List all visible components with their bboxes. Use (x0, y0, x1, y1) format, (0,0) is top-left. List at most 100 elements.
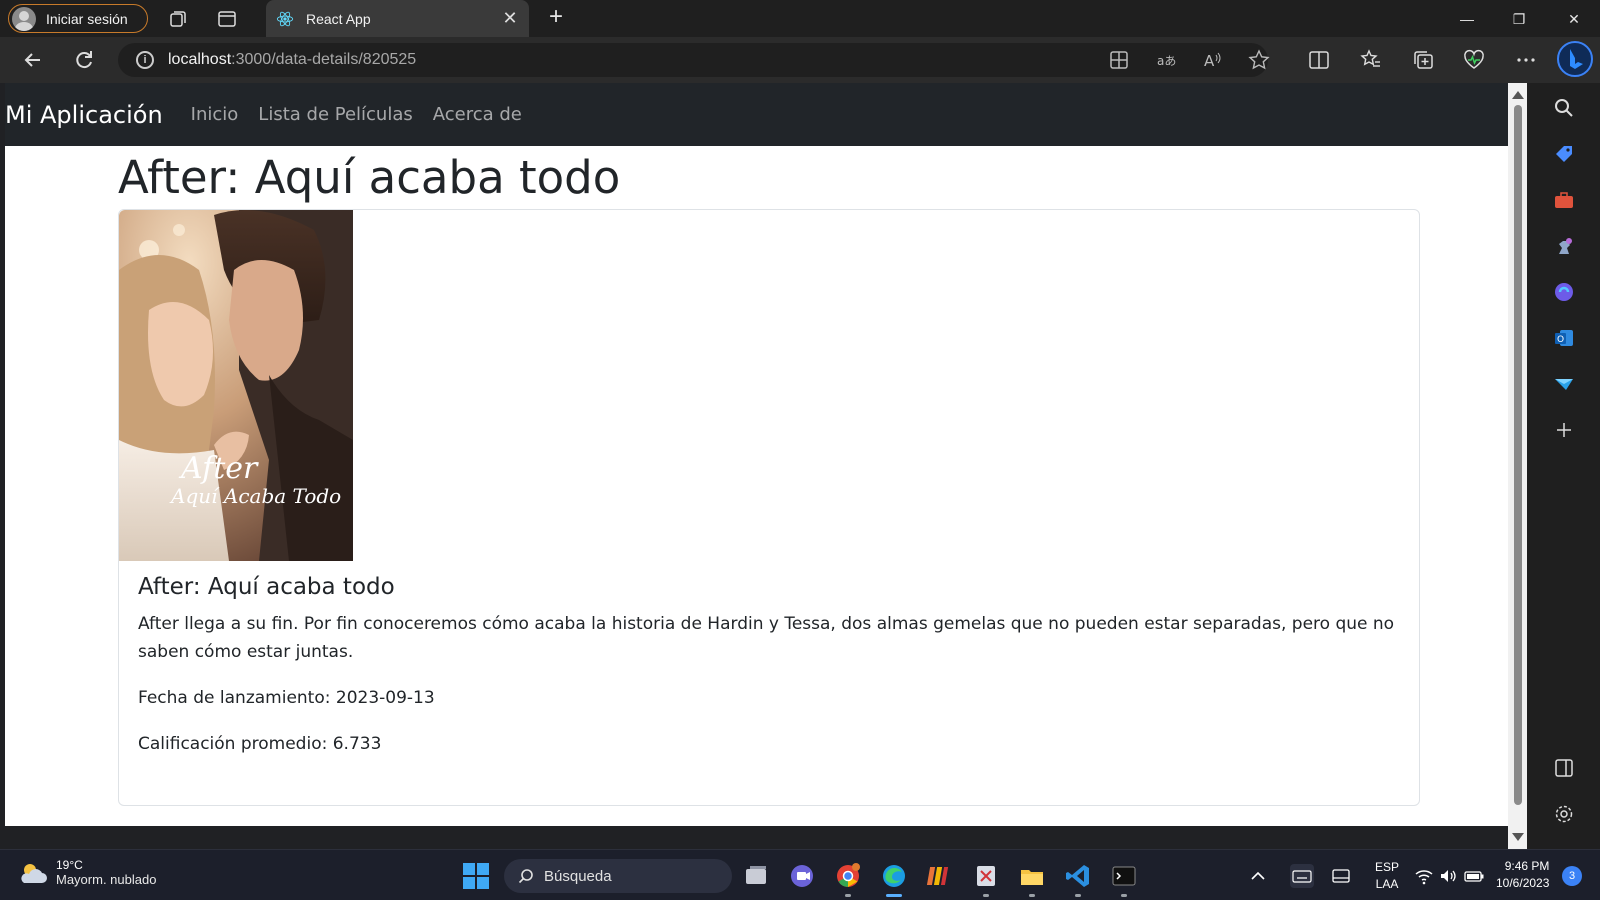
teams-chat-icon[interactable] (788, 862, 816, 890)
poster-title-line1: After (178, 451, 259, 486)
page-title: After: Aquí acaba todo (118, 151, 621, 204)
touch-keyboard-icon[interactable] (1290, 864, 1314, 888)
sidebar-settings-gear-icon[interactable] (1553, 803, 1575, 825)
browser-tab-strip: Iniciar sesión React App ✕ + — ❐ ✕ (0, 0, 1600, 37)
split-screen-icon[interactable] (1308, 49, 1330, 71)
cloudy-weather-icon (21, 863, 47, 883)
wifi-icon[interactable] (1414, 866, 1434, 886)
tab-react-app[interactable]: React App ✕ (266, 0, 529, 37)
explorer-running-indicator (1029, 894, 1035, 897)
close-window-icon[interactable]: ✕ (1563, 8, 1585, 30)
keyboard-layout-code: LAA (1375, 877, 1399, 891)
task-view-icon[interactable] (742, 862, 770, 890)
app-available-icon[interactable] (1108, 49, 1130, 71)
vertical-scrollbar[interactable] (1508, 83, 1527, 849)
collections-icon[interactable] (1412, 49, 1434, 71)
file-explorer-icon[interactable] (1018, 862, 1046, 890)
nav-link-acerca-de[interactable]: Acerca de (433, 104, 522, 125)
read-aloud-icon[interactable]: A (1201, 49, 1223, 71)
release-date: Fecha de lanzamiento: 2023-09-13 (138, 688, 435, 708)
url-host: localhost (168, 51, 232, 68)
card-body: After: Aquí acaba todo After llega a su … (138, 572, 1403, 776)
card-title: After: Aquí acaba todo (138, 574, 395, 600)
brand-link[interactable]: Mi Aplicación (5, 101, 163, 129)
svg-text:A: A (1204, 52, 1215, 70)
system-clock[interactable]: 9:46 PM 10/6/2023 (1496, 858, 1549, 892)
movie-poster: After Aquí Acaba Todo (119, 210, 353, 561)
volume-icon[interactable] (1438, 866, 1458, 886)
weather-temperature: 19°C (56, 858, 83, 872)
poster-title-line2: Aquí Acaba Todo (169, 484, 341, 508)
snipping-running-indicator (983, 894, 989, 897)
hide-sidebar-icon[interactable] (1553, 757, 1575, 779)
scroll-up-icon[interactable] (1512, 91, 1524, 99)
browser-essentials-icon[interactable] (1463, 49, 1485, 71)
site-info-icon[interactable]: i (136, 51, 154, 69)
clock-time: 9:46 PM (1504, 859, 1550, 873)
language-code: ESP (1375, 860, 1400, 874)
pen-menu-icon[interactable] (1330, 865, 1352, 887)
url-field[interactable]: i localhost:3000/data-details/820525 (118, 43, 1268, 77)
windows-start-icon[interactable] (463, 863, 489, 889)
more-options-icon[interactable] (1515, 49, 1537, 71)
main-content: After: Aquí acaba todo After Aquí Acaba … (118, 146, 1428, 806)
favorites-icon[interactable] (1360, 49, 1382, 71)
weather-widget[interactable]: 19°C Mayorm. nublado (18, 858, 156, 887)
restore-icon[interactable]: ❐ (1508, 8, 1530, 30)
profile-button[interactable]: Iniciar sesión (8, 4, 148, 33)
copilot-icon[interactable] (1553, 281, 1575, 303)
edge-active-indicator (886, 894, 902, 897)
average-rating: Calificación promedio: 6.733 (138, 734, 382, 754)
movie-card: After Aquí Acaba Todo After: Aquí acaba … (118, 209, 1420, 806)
nav-link-lista-peliculas[interactable]: Lista de Películas (258, 104, 412, 125)
svg-text:aあ: aあ (1157, 54, 1176, 68)
windows-taskbar: 19°C Mayorm. nublado Búsqueda ESP LAA 9:… (0, 849, 1600, 900)
bing-copilot-icon[interactable] (1557, 41, 1593, 77)
search-magnifier-icon (518, 869, 533, 884)
scrollbar-thumb[interactable] (1514, 105, 1522, 805)
svg-text:O: O (1557, 335, 1564, 345)
show-hidden-icons-chevron-up-icon[interactable] (1248, 866, 1268, 886)
close-tab-icon[interactable]: ✕ (501, 9, 519, 27)
translate-icon[interactable]: aあ (1155, 49, 1177, 71)
notification-count-badge[interactable]: 3 (1562, 866, 1582, 886)
page-viewport: Mi Aplicación Inicio Lista de Películas … (5, 83, 1508, 826)
chrome-icon[interactable] (834, 862, 862, 890)
input-language-indicator[interactable]: ESP LAA (1375, 859, 1399, 893)
page-bottom-strip (5, 826, 1508, 849)
minimize-icon[interactable]: — (1456, 8, 1478, 30)
shopping-tag-icon[interactable] (1553, 143, 1575, 165)
refresh-icon[interactable] (71, 47, 97, 73)
tools-briefcase-icon[interactable] (1553, 189, 1575, 211)
avatar-icon (12, 6, 36, 31)
favorite-star-icon[interactable] (1248, 49, 1270, 71)
chrome-running-indicator (845, 894, 851, 897)
address-bar-row: i localhost:3000/data-details/820525 aあ … (0, 37, 1600, 83)
poster-artwork: After Aquí Acaba Todo (119, 210, 353, 561)
tab-actions-icon[interactable] (217, 9, 237, 29)
back-icon[interactable] (20, 47, 46, 73)
edge-sidebar: O (1527, 83, 1600, 849)
add-sidebar-app-icon[interactable] (1553, 419, 1575, 441)
clock-date: 10/6/2023 (1496, 876, 1550, 890)
react-icon (276, 11, 294, 26)
profile-label: Iniciar sesión (46, 10, 128, 27)
new-tab-button[interactable]: + (544, 5, 568, 30)
outlook-icon[interactable]: O (1553, 327, 1575, 349)
scroll-down-icon[interactable] (1512, 833, 1524, 841)
games-icon[interactable] (1553, 235, 1575, 257)
vscode-icon[interactable] (1064, 862, 1092, 890)
search-icon[interactable] (1553, 97, 1575, 119)
app-navbar: Mi Aplicación Inicio Lista de Películas … (5, 83, 1508, 146)
battery-icon[interactable] (1463, 866, 1485, 886)
workspaces-icon[interactable] (168, 9, 188, 29)
taskbar-search-box[interactable]: Búsqueda (504, 859, 732, 893)
edge-icon[interactable] (880, 862, 908, 890)
nav-link-inicio[interactable]: Inicio (191, 104, 239, 125)
terminal-icon[interactable] (1110, 862, 1138, 890)
snipping-tool-icon[interactable] (972, 862, 1000, 890)
terminal-running-indicator (1121, 894, 1127, 897)
url-path: :3000/data-details/820525 (231, 51, 417, 68)
office-apps-icon[interactable] (926, 862, 954, 890)
drop-icon[interactable] (1553, 373, 1575, 395)
